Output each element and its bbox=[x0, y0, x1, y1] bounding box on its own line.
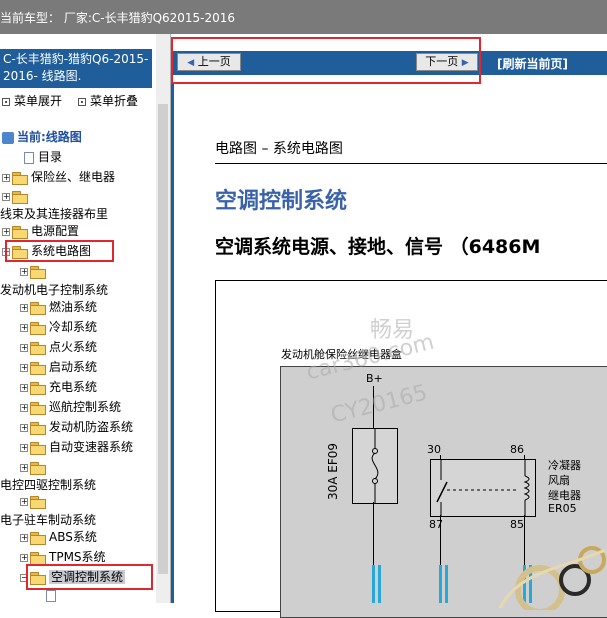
header-rule bbox=[215, 163, 607, 164]
folder-icon bbox=[30, 531, 46, 545]
folder-icon bbox=[30, 401, 46, 415]
left-scrollbar[interactable] bbox=[156, 34, 170, 603]
tree-item-folder[interactable]: + bbox=[20, 492, 49, 510]
highlight-box bbox=[26, 564, 153, 590]
tree-item-contents[interactable]: 目录 bbox=[24, 148, 62, 166]
tree-item-fuel[interactable]: + 燃油系统 bbox=[20, 298, 97, 316]
folder-icon bbox=[30, 551, 46, 565]
wire bbox=[373, 502, 374, 565]
wire bbox=[440, 455, 441, 460]
folder-icon bbox=[30, 361, 46, 375]
fuse-label: 30A EF09 bbox=[326, 442, 340, 500]
highlight-box bbox=[5, 240, 114, 262]
relay-label-4: ER05 bbox=[548, 502, 577, 515]
tree-item-current[interactable]: 当前:线路图 bbox=[2, 128, 82, 146]
wire bbox=[372, 565, 375, 603]
folder-icon bbox=[30, 301, 46, 315]
wire bbox=[445, 565, 448, 603]
document-title: 空调控制系统 bbox=[215, 189, 348, 214]
wire bbox=[524, 455, 525, 460]
relay-label-3: 继电器 bbox=[548, 489, 581, 502]
window-title: 当前车型： 厂家:C-长丰猎豹Q62015-2016 bbox=[0, 11, 236, 25]
tree-item-charging[interactable]: + 充电系统 bbox=[20, 378, 97, 396]
relay-symbol-icon bbox=[436, 460, 530, 516]
folder-icon bbox=[30, 461, 46, 475]
tree-item-harness[interactable]: 线束及其连接器布里 bbox=[0, 205, 108, 223]
folder-icon bbox=[30, 321, 46, 335]
refresh-link[interactable]: [刷新当前页] bbox=[497, 55, 568, 72]
chart-icon bbox=[2, 131, 14, 144]
tree-item-abs[interactable]: + ABS系统 bbox=[20, 528, 97, 546]
scrollbar-thumb[interactable] bbox=[158, 104, 168, 574]
fuse-symbol-icon bbox=[371, 429, 379, 503]
watermark-logo-icon bbox=[498, 546, 606, 610]
tree-item-power[interactable]: + 电源配置 bbox=[2, 222, 79, 240]
folder-icon bbox=[30, 265, 46, 279]
section-header: 电路图 – 系统电路图 bbox=[215, 141, 343, 157]
pane-divider bbox=[171, 84, 174, 603]
tree-item-epb[interactable]: 电子驻车制动系统 bbox=[0, 511, 96, 529]
menu-collapse-button[interactable]: 菜单折叠 bbox=[78, 92, 138, 109]
pin-30: 30 bbox=[427, 443, 441, 456]
collapse-icon bbox=[78, 97, 86, 106]
fuse bbox=[352, 428, 398, 504]
tree-item-folder[interactable]: + bbox=[20, 262, 49, 280]
tree-item-folder[interactable]: + bbox=[20, 458, 49, 476]
tree-item-folder[interactable]: + bbox=[2, 187, 31, 205]
tree-view: 当前:线路图 目录 + 保险丝、继电器 + 线束及其连接器布里 + 电源配置 + 系统… bbox=[0, 124, 160, 603]
page-icon bbox=[46, 589, 56, 602]
pin-86: 86 bbox=[510, 443, 524, 456]
pin-85: 85 bbox=[510, 518, 524, 531]
folder-icon bbox=[30, 495, 46, 509]
tree-item-cruise[interactable]: + 巡航控制系统 bbox=[20, 398, 121, 416]
menu-toolbar: 菜单展开 菜单折叠 bbox=[0, 92, 160, 110]
folder-icon bbox=[30, 341, 46, 355]
folder-icon bbox=[30, 421, 46, 435]
wire bbox=[439, 565, 442, 603]
document-subtitle: 空调系统电源、接地、信号 （6486M bbox=[215, 236, 541, 258]
tree-item-immobilizer[interactable]: + 发动机防盗系统 bbox=[20, 418, 133, 436]
relay-label-2: 风扇 bbox=[548, 474, 570, 487]
menu-expand-button[interactable]: 菜单展开 bbox=[2, 92, 62, 109]
folder-icon bbox=[30, 381, 46, 395]
relay bbox=[430, 459, 536, 517]
folder-icon bbox=[12, 225, 28, 239]
left-panel: C-长丰猎豹-猎豹Q6-2015-2016- 线路图. 菜单展开 菜单折叠 当前… bbox=[0, 34, 171, 603]
folder-icon bbox=[12, 190, 28, 204]
folder-icon bbox=[12, 171, 28, 185]
page-icon bbox=[24, 151, 34, 164]
tree-item-engine[interactable]: 发动机电子控制系统 bbox=[0, 281, 108, 299]
tree-item-fuses[interactable]: + 保险丝、继电器 bbox=[2, 168, 115, 186]
expand-icon bbox=[2, 97, 10, 106]
tree-item-starting[interactable]: + 启动系统 bbox=[20, 358, 97, 376]
tree-item-ignition[interactable]: + 点火系统 bbox=[20, 338, 97, 356]
wire bbox=[378, 565, 381, 603]
window-title-bar: 当前车型： 厂家:C-长丰猎豹Q62015-2016 bbox=[0, 0, 607, 34]
tree-item-transmission[interactable]: + 自动变速器系统 bbox=[20, 438, 133, 456]
wire bbox=[440, 515, 441, 565]
tree-item-cooling[interactable]: + 冷却系统 bbox=[20, 318, 97, 336]
bplus-label: B+ bbox=[366, 372, 383, 385]
highlight-box bbox=[171, 37, 481, 84]
folder-icon bbox=[30, 441, 46, 455]
relay-label-1: 冷凝器 bbox=[548, 459, 581, 472]
left-panel-header: C-长丰猎豹-猎豹Q6-2015-2016- 线路图. bbox=[0, 49, 152, 88]
